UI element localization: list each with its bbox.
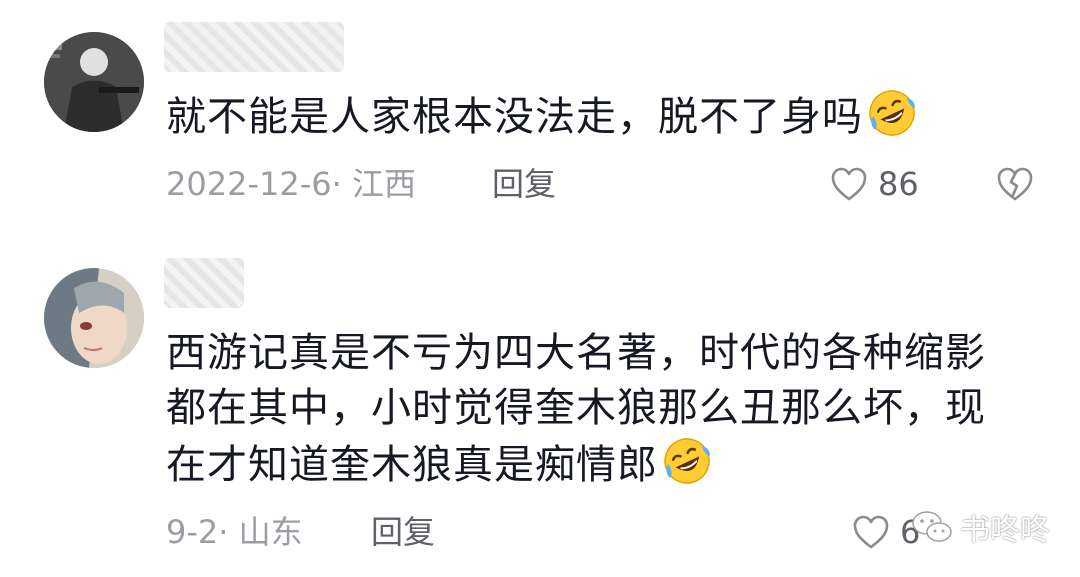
- avatar[interactable]: [44, 268, 144, 368]
- username-blurred[interactable]: [164, 22, 344, 72]
- avatar-image: [44, 32, 144, 132]
- comment-date-location: 9-2· 山东: [166, 513, 303, 551]
- avatar[interactable]: [44, 32, 144, 132]
- comment-item: 就不能是人家根本没法走，脱不了身吗 2022-12-6· 江西 回复 86: [0, 0, 1080, 240]
- heart-icon: [831, 167, 867, 201]
- like-button[interactable]: 86: [830, 164, 919, 204]
- watermark-label: 书咚咚: [960, 513, 1050, 548]
- watermark: 书咚咚: [910, 505, 1050, 549]
- like-count: 86: [878, 165, 919, 203]
- heart-icon: [853, 515, 889, 549]
- avatar-image: [44, 268, 144, 368]
- comment-text: 就不能是人家根本没法走，脱不了身吗: [166, 88, 1026, 145]
- broken-heart-icon[interactable]: [996, 166, 1034, 202]
- wechat-icon: [912, 511, 952, 542]
- comment-text-content: 就不能是人家根本没法走，脱不了身吗: [166, 94, 863, 140]
- comment-date-location: 2022-12-6· 江西: [166, 165, 416, 203]
- rolling-on-floor-laughing-emoji-icon: [869, 90, 915, 136]
- username-blurred[interactable]: [164, 258, 244, 308]
- comment-text-content: 西游记真是不亏为四大名著，时代的各种缩影都在其中，小时觉得奎木狼那么丑那么坏，现…: [166, 330, 986, 488]
- comment-text: 西游记真是不亏为四大名著，时代的各种缩影都在其中，小时觉得奎木狼那么丑那么坏，现…: [166, 326, 1026, 493]
- reply-button[interactable]: 回复: [371, 512, 435, 552]
- rolling-on-floor-laughing-emoji-icon: [664, 438, 710, 484]
- reply-button[interactable]: 回复: [492, 164, 556, 204]
